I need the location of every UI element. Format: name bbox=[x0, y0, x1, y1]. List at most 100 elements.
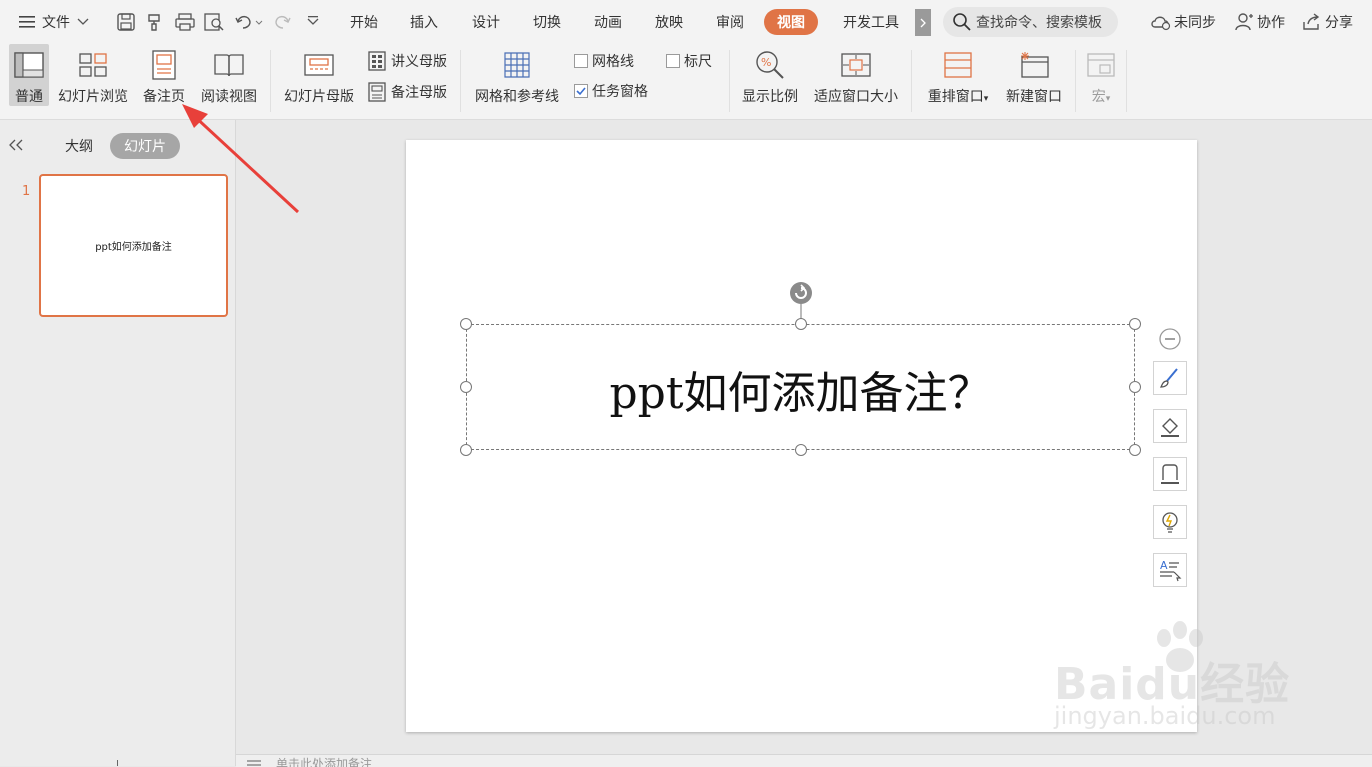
slide-sorter-label: 幻灯片浏览 bbox=[58, 86, 128, 106]
grid-guides-button[interactable]: 网格和参考线 bbox=[470, 44, 564, 106]
collapse-toolbar-button[interactable] bbox=[1159, 328, 1181, 350]
new-window-label: 新建窗口 bbox=[1006, 86, 1062, 106]
user-icon bbox=[1234, 12, 1254, 32]
format-painter-button[interactable] bbox=[145, 0, 165, 44]
tab-view[interactable]: 视图 bbox=[764, 9, 818, 35]
save-icon bbox=[116, 12, 136, 32]
customize-quick-access-button[interactable] bbox=[306, 0, 320, 44]
reading-view-icon bbox=[213, 52, 245, 78]
menu-bar: 文件 开始 插入 设计 切换 动画 放映 审阅 视图 开发工具 查找命令、搜索模… bbox=[0, 0, 1372, 44]
notes-master-icon bbox=[367, 82, 387, 102]
handout-master-icon bbox=[367, 51, 387, 71]
collaborate-label: 协作 bbox=[1257, 12, 1285, 32]
resize-handle[interactable] bbox=[460, 444, 472, 456]
lightbulb-icon bbox=[1158, 510, 1182, 534]
svg-text:%: % bbox=[761, 56, 771, 69]
paint-bucket-icon bbox=[1158, 414, 1182, 438]
macro-label: 宏▾ bbox=[1092, 86, 1111, 106]
ribbon-separator bbox=[1126, 50, 1127, 112]
undo-button[interactable] bbox=[234, 0, 264, 44]
text-cursor-icon: A bbox=[1158, 558, 1182, 582]
macro-button[interactable]: 宏▾ bbox=[1083, 44, 1119, 106]
file-menu-label: 文件 bbox=[42, 12, 70, 32]
ruler-checkbox[interactable]: 标尺 bbox=[666, 50, 712, 72]
slide-sorter-button[interactable]: 幻灯片浏览 bbox=[55, 44, 131, 106]
new-window-button[interactable]: 新建窗口 bbox=[1003, 44, 1065, 106]
sync-button[interactable]: 未同步 bbox=[1150, 0, 1216, 44]
resize-handle[interactable] bbox=[1129, 381, 1141, 393]
resize-handle[interactable] bbox=[1129, 444, 1141, 456]
slide-number: 1 bbox=[22, 184, 30, 199]
resize-handle[interactable] bbox=[460, 381, 472, 393]
ribbon-separator bbox=[911, 50, 912, 112]
ruler-checkbox-box bbox=[666, 54, 680, 68]
macro-icon bbox=[1086, 51, 1116, 79]
shape-outline-icon bbox=[1158, 462, 1182, 486]
arrange-windows-button[interactable]: 重排窗口▾ bbox=[921, 44, 995, 106]
save-button[interactable] bbox=[116, 0, 136, 44]
baidu-watermark: Baidu经验 jingyan.baidu.com bbox=[1050, 620, 1310, 740]
zoom-label: 显示比例 bbox=[742, 86, 798, 106]
zoom-icon: % bbox=[755, 50, 785, 80]
tab-design[interactable]: 设计 bbox=[462, 9, 510, 35]
ruler-label: 标尺 bbox=[684, 51, 712, 71]
task-pane-label: 任务窗格 bbox=[592, 81, 648, 101]
share-button[interactable]: 分享 bbox=[1301, 0, 1353, 44]
tab-developer[interactable]: 开发工具 bbox=[834, 9, 908, 35]
search-placeholder: 查找命令、搜索模板 bbox=[976, 12, 1102, 32]
resize-handle[interactable] bbox=[460, 318, 472, 330]
tab-insert[interactable]: 插入 bbox=[400, 9, 448, 35]
tab-slideshow[interactable]: 放映 bbox=[645, 9, 693, 35]
text-animation-button[interactable]: A bbox=[1153, 553, 1187, 587]
print-preview-button[interactable] bbox=[203, 0, 225, 44]
normal-view-button[interactable]: 普通 bbox=[9, 44, 49, 106]
title-textbox[interactable]: ppt如何添加备注？ bbox=[466, 324, 1135, 450]
gridlines-checkbox[interactable]: 网格线 bbox=[574, 50, 634, 72]
notes-master-button[interactable]: 备注母版 bbox=[367, 81, 447, 103]
new-window-icon bbox=[1018, 51, 1050, 79]
redo-button[interactable] bbox=[272, 0, 292, 44]
cloud-sync-icon bbox=[1150, 12, 1172, 32]
task-pane-checkbox[interactable]: 任务窗格 bbox=[574, 80, 648, 102]
notes-pane[interactable]: 单击此处添加备注 bbox=[236, 754, 1372, 767]
style-brush-button[interactable] bbox=[1153, 361, 1187, 395]
print-button[interactable] bbox=[174, 0, 196, 44]
tab-review[interactable]: 审阅 bbox=[706, 9, 754, 35]
tab-animations[interactable]: 动画 bbox=[584, 9, 632, 35]
share-label: 分享 bbox=[1325, 12, 1353, 32]
slide-title[interactable]: ppt如何添加备注？ bbox=[467, 357, 1134, 421]
handout-master-button[interactable]: 讲义母版 bbox=[367, 50, 447, 72]
tab-outline[interactable]: 大纲 bbox=[54, 133, 104, 159]
zoom-button[interactable]: % 显示比例 bbox=[738, 44, 802, 106]
tab-home[interactable]: 开始 bbox=[340, 9, 388, 35]
fill-button[interactable] bbox=[1153, 409, 1187, 443]
search-icon bbox=[952, 12, 972, 32]
collaborate-button[interactable]: 协作 bbox=[1234, 0, 1285, 44]
annotation-arrow-icon bbox=[170, 96, 310, 220]
collapse-pane-button[interactable] bbox=[8, 134, 24, 156]
chevron-down-icon bbox=[76, 17, 90, 27]
notes-master-label: 备注母版 bbox=[391, 82, 447, 102]
gridlines-checkbox-box bbox=[574, 54, 588, 68]
chevron-down-icon bbox=[306, 15, 320, 29]
watermark-url: jingyan.baidu.com bbox=[1054, 702, 1275, 730]
minus-circle-icon bbox=[1159, 328, 1181, 350]
fit-window-icon bbox=[841, 52, 871, 78]
pane-resize-mark bbox=[117, 760, 118, 766]
notes-hint: 单击此处添加备注 bbox=[246, 755, 372, 767]
slide-sorter-icon bbox=[78, 52, 108, 78]
hamburger-icon bbox=[18, 15, 36, 29]
resize-handle[interactable] bbox=[795, 444, 807, 456]
smart-idea-button[interactable] bbox=[1153, 505, 1187, 539]
resize-handle[interactable] bbox=[795, 318, 807, 330]
notes-page-icon bbox=[151, 50, 177, 80]
outline-button[interactable] bbox=[1153, 457, 1187, 491]
fit-window-button[interactable]: 适应窗口大小 bbox=[810, 44, 902, 106]
ribbon-separator bbox=[1075, 50, 1076, 112]
more-tabs-button[interactable] bbox=[915, 9, 931, 36]
resize-handle[interactable] bbox=[1129, 318, 1141, 330]
tab-transitions[interactable]: 切换 bbox=[523, 9, 571, 35]
task-pane-checkbox-box bbox=[574, 84, 588, 98]
command-search-input[interactable]: 查找命令、搜索模板 bbox=[943, 7, 1118, 37]
file-menu[interactable]: 文件 bbox=[18, 0, 90, 44]
